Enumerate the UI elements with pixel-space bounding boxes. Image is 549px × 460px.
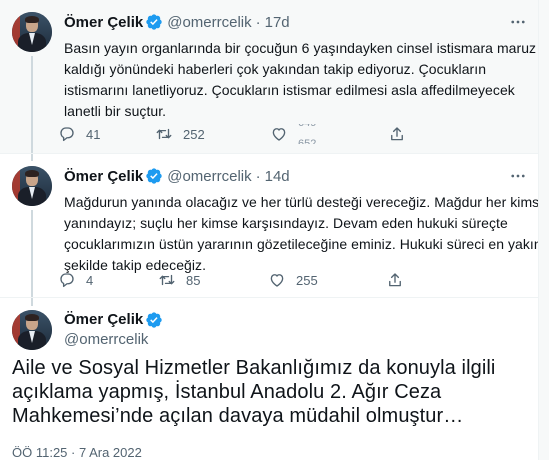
tweet-text-line: Mahkemesi’nde açılan davaya müdahil olmu…	[12, 405, 464, 427]
share-icon	[389, 273, 401, 287]
display-name[interactable]: Ömer Çelik	[64, 310, 143, 330]
avatar[interactable]	[12, 12, 52, 52]
tweet-text-line: Basın yayın organlarında bir çocuğun 6 y…	[64, 40, 537, 56]
tweet-text: Mağdurun yanında olacağız ve her türlü d…	[64, 192, 539, 276]
tweet-text: Basın yayın organlarında bir çocuğun 6 y…	[64, 38, 537, 122]
thread-line	[31, 56, 33, 153]
timestamp[interactable]: 17d	[265, 14, 290, 31]
scrollbar[interactable]	[539, 0, 549, 460]
tweet-text-line: Mağdurun yanında olacağız ve her türlü d…	[64, 194, 539, 210]
more-icon[interactable]	[508, 12, 528, 32]
reply-button[interactable]: 41	[58, 124, 155, 144]
avatar[interactable]	[12, 166, 52, 206]
tweet-text-line: Aile ve Sosyal Hizmetler Bakanlığımız da…	[12, 357, 496, 379]
reply-icon	[60, 273, 74, 288]
display-name[interactable]: Ömer Çelik	[64, 14, 143, 31]
separator-dot: ·	[255, 167, 261, 185]
like-button[interactable]: 255	[268, 270, 386, 290]
tweet-actions: 41 252 649 652	[58, 124, 416, 144]
retweet-count: 85	[186, 272, 201, 288]
timestamp[interactable]: 14d	[265, 168, 290, 185]
tweet-header: Ömer Çelik @omerrcelik · 14d	[64, 166, 290, 186]
heart-icon	[272, 128, 286, 141]
focused-tweet: Ömer Çelik @omerrcelik Aile ve Sosyal Hi…	[0, 298, 538, 460]
tweet-actions: 4 85 255	[58, 270, 414, 290]
tweet-text-line: açıklama yapmış, İstanbul Anadolu 2. Ağı…	[12, 381, 442, 403]
share-icon	[391, 127, 403, 141]
reply-count: 4	[86, 272, 94, 288]
tweet-header: Ömer Çelik @omerrcelik · 17d	[64, 12, 290, 32]
display-name[interactable]: Ömer Çelik	[64, 168, 143, 185]
share-button[interactable]	[388, 124, 416, 144]
tweet-text-line: çocuklarımızın üstün yararının gözetilec…	[64, 236, 539, 252]
tweet-text-line: lanetli bir suçtur.	[64, 103, 167, 119]
retweet-count: 252	[183, 126, 205, 142]
share-button[interactable]	[386, 270, 414, 290]
tweet-text-line: yanındayız; suçlu her kimse karşısındayı…	[64, 215, 508, 231]
handle[interactable]: @omerrcelik	[64, 330, 163, 350]
retweet-button[interactable]: 85	[158, 270, 268, 290]
avatar[interactable]	[12, 310, 52, 350]
like-count-old: 649	[298, 124, 316, 129]
thread-line	[31, 298, 33, 306]
separator-dot: ·	[255, 13, 261, 31]
verified-badge-icon	[145, 13, 163, 31]
reply-count: 41	[86, 126, 101, 142]
more-icon[interactable]	[508, 166, 528, 186]
handle[interactable]: @omerrcelik	[167, 14, 251, 31]
tweet-feed: Ömer Çelik @omerrcelik · 17d Basın yayın…	[0, 0, 539, 460]
verified-badge-icon	[145, 311, 163, 329]
like-count: 255	[296, 272, 318, 288]
retweet-button[interactable]: 252	[155, 124, 270, 144]
like-count-new: 652	[298, 138, 317, 145]
tweet-text-line: kaldığı yönündeki haberleri çok yakından…	[64, 61, 487, 77]
like-count-animating: 649 652	[298, 124, 328, 144]
tweet-text-line: istismarını lanetliyoruz. Çocukların ist…	[64, 82, 515, 98]
retweet-icon	[159, 274, 175, 286]
like-button[interactable]: 649 652	[270, 124, 388, 144]
heart-icon	[270, 274, 284, 287]
handle[interactable]: @omerrcelik	[167, 168, 251, 185]
thread-line	[31, 210, 33, 297]
reply-icon	[60, 127, 74, 142]
tweet[interactable]: Ömer Çelik @omerrcelik · 14d Mağdurun ya…	[0, 154, 538, 298]
tweet[interactable]: Ömer Çelik @omerrcelik · 17d Basın yayın…	[0, 0, 538, 154]
tweet-timestamp[interactable]: ÖÖ 11:25 · 7 Ara 2022	[12, 445, 142, 460]
verified-badge-icon	[145, 167, 163, 185]
reply-button[interactable]: 4	[58, 270, 158, 290]
thread-line	[31, 154, 33, 161]
tweet-text: Aile ve Sosyal Hizmetler Bakanlığımız da…	[12, 356, 532, 428]
author-info: Ömer Çelik @omerrcelik	[64, 310, 163, 350]
retweet-icon	[156, 128, 172, 140]
